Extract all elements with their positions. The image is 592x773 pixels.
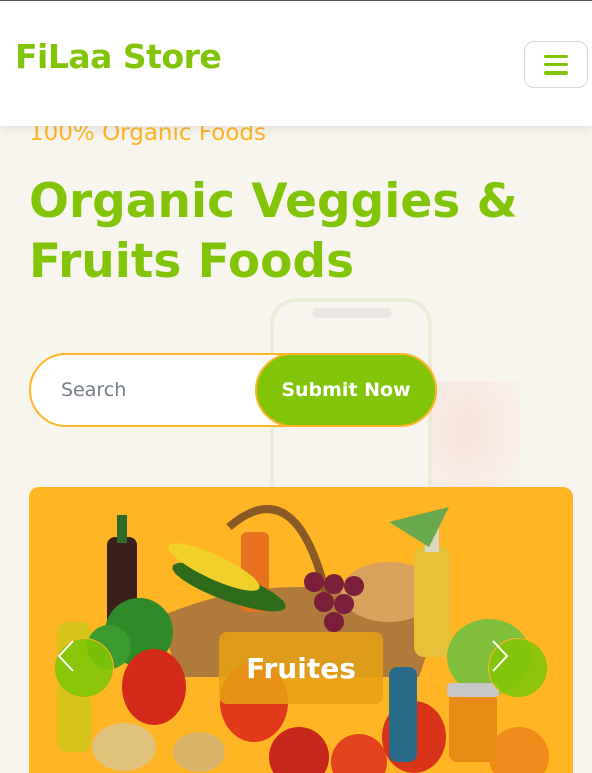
carousel-prev-button[interactable]: [54, 638, 114, 698]
hero-carousel[interactable]: Fruites: [29, 487, 573, 773]
menu-toggle-button[interactable]: [524, 41, 588, 88]
search-input[interactable]: [61, 355, 261, 425]
hero-section: 100% Organic Foods Organic Veggies & Fru…: [0, 126, 592, 773]
slide-caption: Fruites: [219, 632, 383, 704]
chevron-right-icon: [492, 640, 509, 672]
navbar: FiLaa Store: [0, 0, 592, 126]
fruit-basket-image: [57, 505, 549, 773]
carousel-next-button[interactable]: [488, 638, 548, 698]
hamburger-menu-icon: [544, 54, 568, 75]
hero-eyebrow: 100% Organic Foods: [29, 126, 266, 146]
brand-logo[interactable]: FiLaa Store: [15, 37, 222, 76]
submit-button[interactable]: Submit Now: [255, 353, 437, 427]
search-form: Submit Now: [29, 353, 437, 427]
hand-background-image: [430, 381, 520, 501]
hero-headline: Organic Veggies & Fruits Foods: [29, 174, 518, 289]
chevron-left-icon: [57, 640, 74, 672]
